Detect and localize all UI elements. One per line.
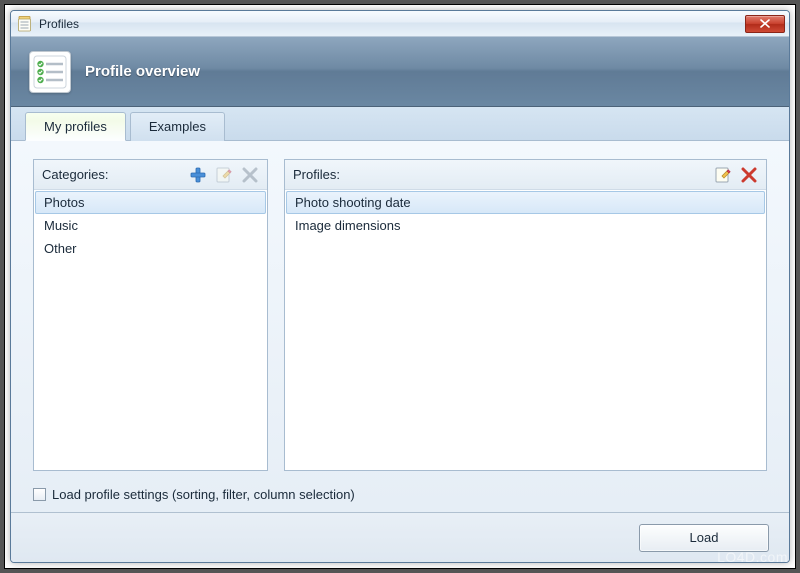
load-button[interactable]: Load <box>639 524 769 552</box>
tab-label: Examples <box>149 119 206 134</box>
profiles-dialog: Profiles Profile overview <box>10 10 790 563</box>
delete-category-button[interactable] <box>239 164 261 186</box>
categories-list[interactable]: Photos Music Other <box>34 190 267 470</box>
dialog-title: Profile overview <box>85 63 200 80</box>
list-item-label: Photo shooting date <box>295 195 411 210</box>
category-item[interactable]: Photos <box>35 191 266 214</box>
watermark: LO4D.com <box>717 549 788 565</box>
load-settings-checkbox[interactable] <box>33 488 46 501</box>
profile-item[interactable]: Photo shooting date <box>286 191 765 214</box>
delete-profile-button[interactable] <box>738 164 760 186</box>
edit-category-button[interactable] <box>213 164 235 186</box>
list-item-label: Photos <box>44 195 84 210</box>
dialog-header: Profile overview <box>11 37 789 107</box>
load-settings-label: Load profile settings (sorting, filter, … <box>52 487 355 502</box>
close-button[interactable] <box>745 15 785 33</box>
category-item[interactable]: Other <box>35 237 266 260</box>
delete-icon <box>741 167 757 183</box>
tab-label: My profiles <box>44 119 107 134</box>
close-icon <box>760 19 770 28</box>
button-label: Load <box>690 530 719 545</box>
profiles-list[interactable]: Photo shooting date Image dimensions <box>285 190 766 470</box>
dialog-footer: Load <box>11 512 789 562</box>
tab-my-profiles[interactable]: My profiles <box>25 112 126 141</box>
categories-label: Categories: <box>42 167 183 182</box>
delete-icon <box>242 167 258 183</box>
edit-icon <box>714 166 732 184</box>
checklist-icon <box>29 51 71 93</box>
tab-examples[interactable]: Examples <box>130 112 225 141</box>
list-item-label: Music <box>44 218 78 233</box>
add-category-button[interactable] <box>187 164 209 186</box>
list-item-label: Image dimensions <box>295 218 401 233</box>
edit-profile-button[interactable] <box>712 164 734 186</box>
profiles-label: Profiles: <box>293 167 708 182</box>
app-icon <box>17 16 33 32</box>
profiles-panel-header: Profiles: <box>285 160 766 190</box>
category-item[interactable]: Music <box>35 214 266 237</box>
titlebar: Profiles <box>11 11 789 37</box>
categories-panel: Categories: <box>33 159 268 471</box>
categories-panel-header: Categories: <box>34 160 267 190</box>
edit-icon <box>215 166 233 184</box>
profiles-panel: Profiles: Photo <box>284 159 767 471</box>
list-item-label: Other <box>44 241 77 256</box>
load-settings-row: Load profile settings (sorting, filter, … <box>33 487 767 502</box>
tab-row: My profiles Examples <box>11 107 789 141</box>
tab-content: Categories: <box>11 141 789 512</box>
window-title: Profiles <box>39 17 745 31</box>
plus-icon <box>189 166 207 184</box>
profile-item[interactable]: Image dimensions <box>286 214 765 237</box>
